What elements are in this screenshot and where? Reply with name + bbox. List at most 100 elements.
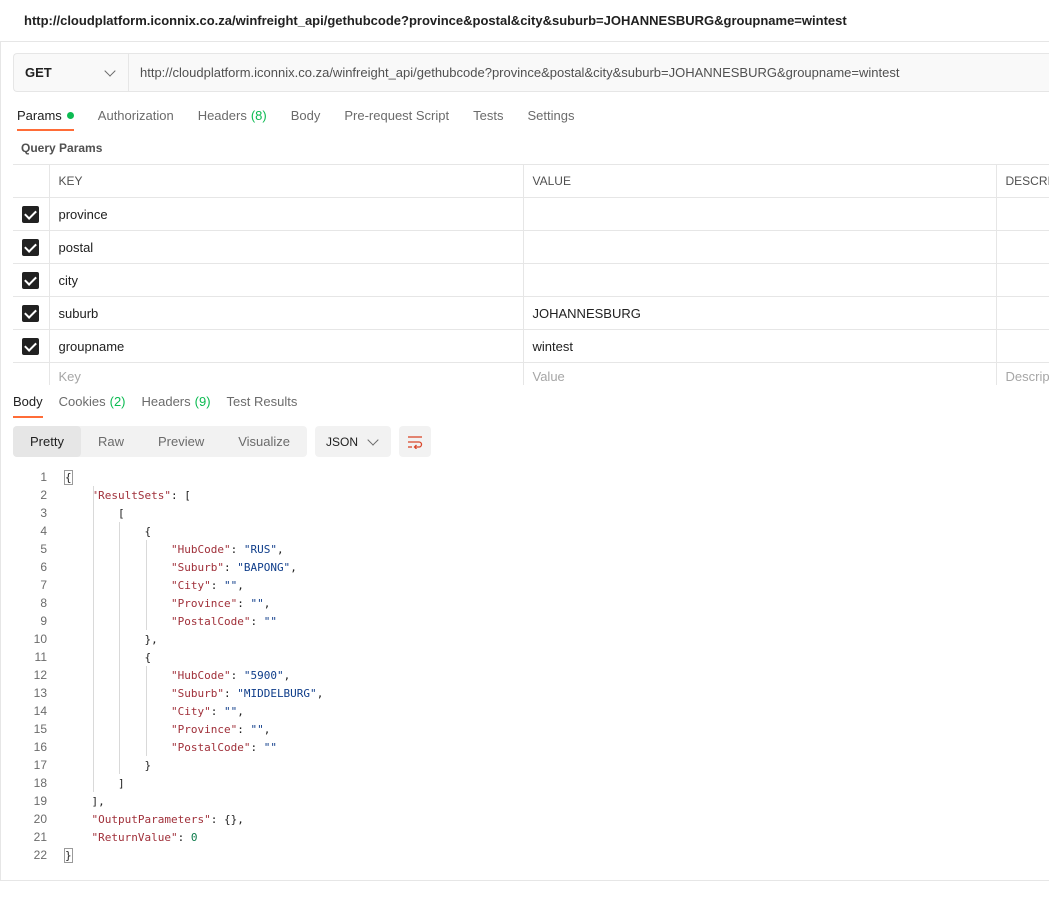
json-punct: } [64, 847, 73, 863]
code-text: "ResultSets": [ [65, 489, 191, 502]
param-value[interactable] [522, 230, 997, 264]
response-tabs: Body Cookies (2) Headers (9) Test Results [13, 388, 297, 418]
json-punct: : [230, 668, 244, 682]
chevron-down-icon [367, 433, 379, 446]
param-key[interactable]: city [48, 263, 524, 297]
json-punct: , [237, 578, 244, 592]
table-row: city [13, 263, 1049, 297]
request-tabs: Params Authorization Headers (8) Body Pre-req… [17, 101, 574, 131]
indent-guide [146, 540, 147, 630]
new-param-row: Key Value Descrip [13, 362, 1049, 385]
code-text: "Suburb": "MIDDELBURG", [65, 687, 323, 700]
tab-params[interactable]: Params [17, 101, 74, 131]
param-description[interactable] [995, 296, 1049, 330]
code-line: 12 "HubCode": "5900", [13, 666, 1049, 684]
json-key: "Province" [170, 596, 238, 610]
view-mode-switch: Pretty Raw Preview Visualize [13, 426, 308, 457]
code-text: ] [65, 777, 125, 790]
view-mode-pretty[interactable]: Pretty [13, 426, 81, 457]
checkbox-checked-icon[interactable] [22, 205, 40, 223]
tab-count-badge: (8) [250, 108, 267, 123]
json-punct: , [237, 704, 244, 718]
checkbox-checked-icon[interactable] [22, 304, 40, 322]
table-row: province [13, 197, 1049, 231]
code-text: { [65, 525, 151, 538]
json-punct: , [283, 668, 291, 682]
response-tab-test-results[interactable]: Test Results [227, 388, 298, 418]
json-punct: , [263, 596, 271, 610]
json-string: "" [250, 722, 264, 736]
bottom-divider [0, 880, 1049, 881]
json-key: "PostalCode" [170, 614, 251, 628]
wrap-lines-button[interactable] [399, 426, 432, 457]
new-value-input[interactable]: Value [522, 362, 997, 385]
tab-pre-request-script[interactable]: Pre-request Script [344, 101, 449, 131]
tab-label: Params [17, 108, 62, 123]
line-number: 20 [33, 812, 47, 826]
table-row: suburb JOHANNESBURG [13, 296, 1049, 330]
tab-label: Settings [527, 108, 575, 123]
param-value[interactable] [522, 197, 997, 231]
json-punct: { [144, 524, 152, 538]
code-text: "Suburb": "BAPONG", [65, 561, 297, 574]
code-text: { [64, 469, 73, 485]
param-description[interactable] [995, 197, 1049, 231]
code-text: [ [65, 507, 125, 520]
view-mode-raw[interactable]: Raw [81, 426, 141, 457]
format-select[interactable]: JSON [315, 426, 392, 457]
checkbox-checked-icon[interactable] [22, 337, 40, 355]
json-punct: [ [117, 506, 125, 520]
response-tab-body[interactable]: Body [13, 388, 43, 418]
json-key: "Suburb" [170, 560, 224, 574]
indent-guide [119, 522, 120, 774]
code-line: 22} [13, 846, 1049, 864]
code-line: 20 "OutputParameters": {}, [13, 810, 1049, 828]
json-punct: : {}, [210, 812, 244, 826]
tab-body[interactable]: Body [291, 101, 321, 131]
param-key[interactable]: province [48, 197, 524, 231]
tab-tests[interactable]: Tests [473, 101, 503, 131]
param-value[interactable] [522, 263, 997, 297]
response-tab-headers[interactable]: Headers (9) [142, 388, 211, 418]
url-input[interactable] [129, 54, 1049, 91]
tab-settings[interactable]: Settings [527, 101, 574, 131]
indent-guide [93, 486, 94, 792]
code-line: 8 "Province": "", [13, 594, 1049, 612]
checkbox-checked-icon[interactable] [22, 238, 40, 256]
line-number: 12 [33, 668, 47, 682]
param-value[interactable]: wintest [522, 329, 997, 363]
line-number: 6 [40, 560, 47, 574]
checkbox-cell [13, 362, 50, 385]
tab-headers[interactable]: Headers (8) [198, 101, 267, 131]
json-key: "City" [170, 704, 211, 718]
json-string: "5900" [243, 668, 284, 682]
checkbox-checked-icon[interactable] [22, 271, 40, 289]
code-line: 15 "Province": "", [13, 720, 1049, 738]
new-description-input[interactable]: Descrip [995, 362, 1049, 385]
table-header-row: KEY VALUE DESCRI [13, 164, 1049, 198]
code-text: "City": "", [65, 705, 244, 718]
tab-authorization[interactable]: Authorization [98, 101, 174, 131]
line-number: 4 [40, 524, 47, 538]
response-tab-cookies[interactable]: Cookies (2) [59, 388, 126, 418]
param-key[interactable]: groupname [48, 329, 524, 363]
new-key-input[interactable]: Key [48, 362, 524, 385]
method-select[interactable]: GET [14, 54, 129, 91]
param-description[interactable] [995, 230, 1049, 264]
param-key[interactable]: postal [48, 230, 524, 264]
param-key[interactable]: suburb [48, 296, 524, 330]
param-value[interactable]: JOHANNESBURG [522, 296, 997, 330]
checkbox-cell [13, 197, 50, 231]
view-mode-visualize[interactable]: Visualize [221, 426, 307, 457]
line-number: 19 [33, 794, 47, 808]
json-key: "ResultSets" [91, 488, 171, 502]
json-punct: : [230, 542, 244, 556]
code-text: "PostalCode": "" [65, 741, 277, 754]
param-description[interactable] [995, 329, 1049, 363]
view-mode-preview[interactable]: Preview [141, 426, 221, 457]
response-body-code[interactable]: 1{2 "ResultSets": [3 [4 {5 "HubCode": "R… [13, 468, 1049, 864]
line-number: 9 [40, 614, 47, 628]
line-number: 15 [33, 722, 47, 736]
param-description[interactable] [995, 263, 1049, 297]
json-key: "PostalCode" [170, 740, 251, 754]
